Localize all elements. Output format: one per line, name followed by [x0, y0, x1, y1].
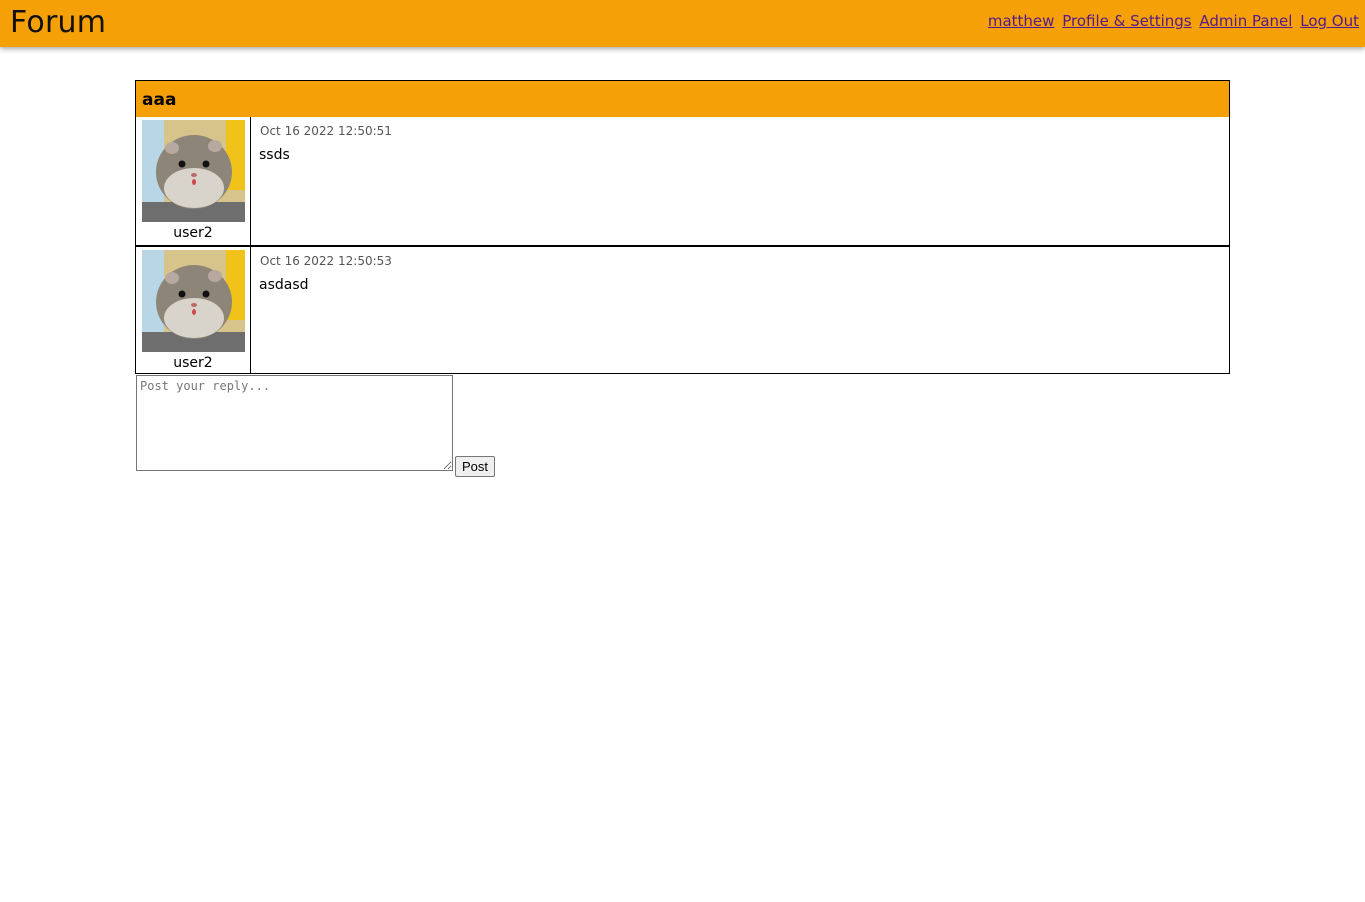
- post: user2 Oct 16 2022 12:50:51 ssds: [136, 117, 1229, 245]
- nav-profile-settings-link[interactable]: Profile & Settings: [1062, 12, 1191, 30]
- thread-title: aaa: [136, 81, 1229, 117]
- post: user2 Oct 16 2022 12:50:53 asdasd: [136, 245, 1229, 373]
- avatar[interactable]: [142, 250, 245, 352]
- nav-user-link[interactable]: matthew: [988, 12, 1055, 30]
- post-body: Oct 16 2022 12:50:51 ssds: [251, 117, 1229, 245]
- post-content: ssds: [259, 147, 290, 163]
- post-author: user2: [136, 247, 251, 373]
- nav-admin-panel-link[interactable]: Admin Panel: [1199, 12, 1292, 30]
- nav-logout-link[interactable]: Log Out: [1300, 12, 1359, 30]
- post-author-name[interactable]: user2: [136, 225, 250, 241]
- post-timestamp: Oct 16 2022 12:50:53: [260, 254, 392, 268]
- nav-links: matthew Profile & Settings Admin Panel L…: [985, 12, 1359, 30]
- post-author-name[interactable]: user2: [136, 355, 250, 371]
- post-timestamp: Oct 16 2022 12:50:51: [260, 124, 392, 138]
- post-author: user2: [136, 117, 251, 245]
- thread-container: aaa user2 Oct 16 2022 12:50:51 ssds user…: [135, 80, 1230, 374]
- site-title[interactable]: Forum: [10, 5, 106, 40]
- post-body: Oct 16 2022 12:50:53 asdasd: [251, 247, 1229, 373]
- avatar[interactable]: [142, 120, 245, 222]
- top-bar: Forum matthew Profile & Settings Admin P…: [0, 0, 1365, 47]
- reply-textarea[interactable]: [136, 375, 453, 471]
- reply-form: Post: [136, 375, 496, 477]
- post-button[interactable]: Post: [455, 456, 496, 477]
- post-content: asdasd: [259, 277, 309, 293]
